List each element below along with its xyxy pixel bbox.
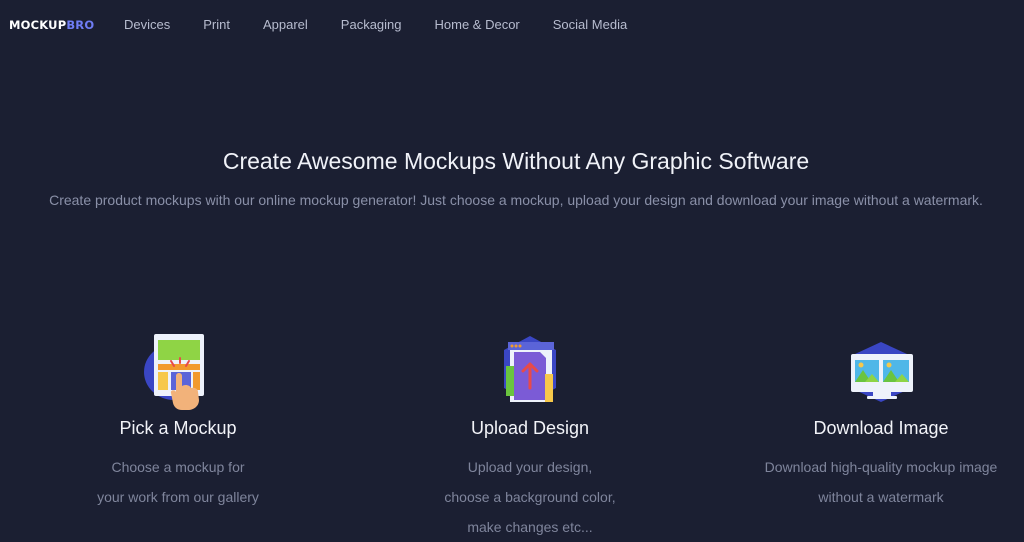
feature-desc-line: Upload your design, [467, 459, 593, 475]
logo-accent-text: BRO [66, 18, 95, 32]
feature-description: Choose a mockup for your work from our g… [28, 452, 328, 512]
feature-desc-line: choose a background color, [444, 489, 616, 505]
site-logo[interactable]: MOCKUPBRO [9, 18, 94, 32]
download-image-icon [841, 330, 921, 410]
feature-pick-mockup: Pick a Mockup Choose a mockup for your w… [28, 330, 328, 505]
feature-description: Download high-quality mockup image witho… [731, 452, 1024, 512]
feature-title: Download Image [813, 418, 949, 438]
hero-subtitle: Create product mockups with our online m… [49, 192, 983, 208]
nav-item-packaging[interactable]: Packaging [341, 17, 402, 32]
feature-upload-design: Upload Design Upload your design, choose… [380, 330, 680, 535]
feature-title: Upload Design [470, 418, 590, 438]
upload-design-icon [490, 330, 570, 410]
nav-item-home-decor[interactable]: Home & Decor [435, 17, 520, 32]
hero-title: Create Awesome Mockups Without Any Graph… [222, 148, 810, 174]
nav-item-print[interactable]: Print [203, 17, 230, 32]
feature-desc-line: Choose a mockup for [111, 459, 245, 475]
feature-title: Pick a Mockup [119, 418, 237, 438]
pick-mockup-icon [138, 330, 218, 410]
nav-links: Devices Print Apparel Packaging Home & D… [124, 17, 660, 32]
feature-desc-line: your work from our gallery [97, 489, 259, 505]
feature-download-image: Download Image Download high-quality moc… [731, 330, 1024, 505]
feature-desc-line: Download high-quality mockup image [764, 459, 998, 475]
nav-item-apparel[interactable]: Apparel [263, 17, 308, 32]
nav-item-devices[interactable]: Devices [124, 17, 170, 32]
feature-description: Upload your design, choose a background … [380, 452, 680, 542]
feature-desc-line: without a watermark [818, 489, 944, 505]
logo-main-text: MOCKUP [9, 18, 67, 32]
nav-item-social-media[interactable]: Social Media [553, 17, 627, 32]
top-navbar: MOCKUPBRO Devices Print Apparel Packagin… [0, 0, 1024, 50]
